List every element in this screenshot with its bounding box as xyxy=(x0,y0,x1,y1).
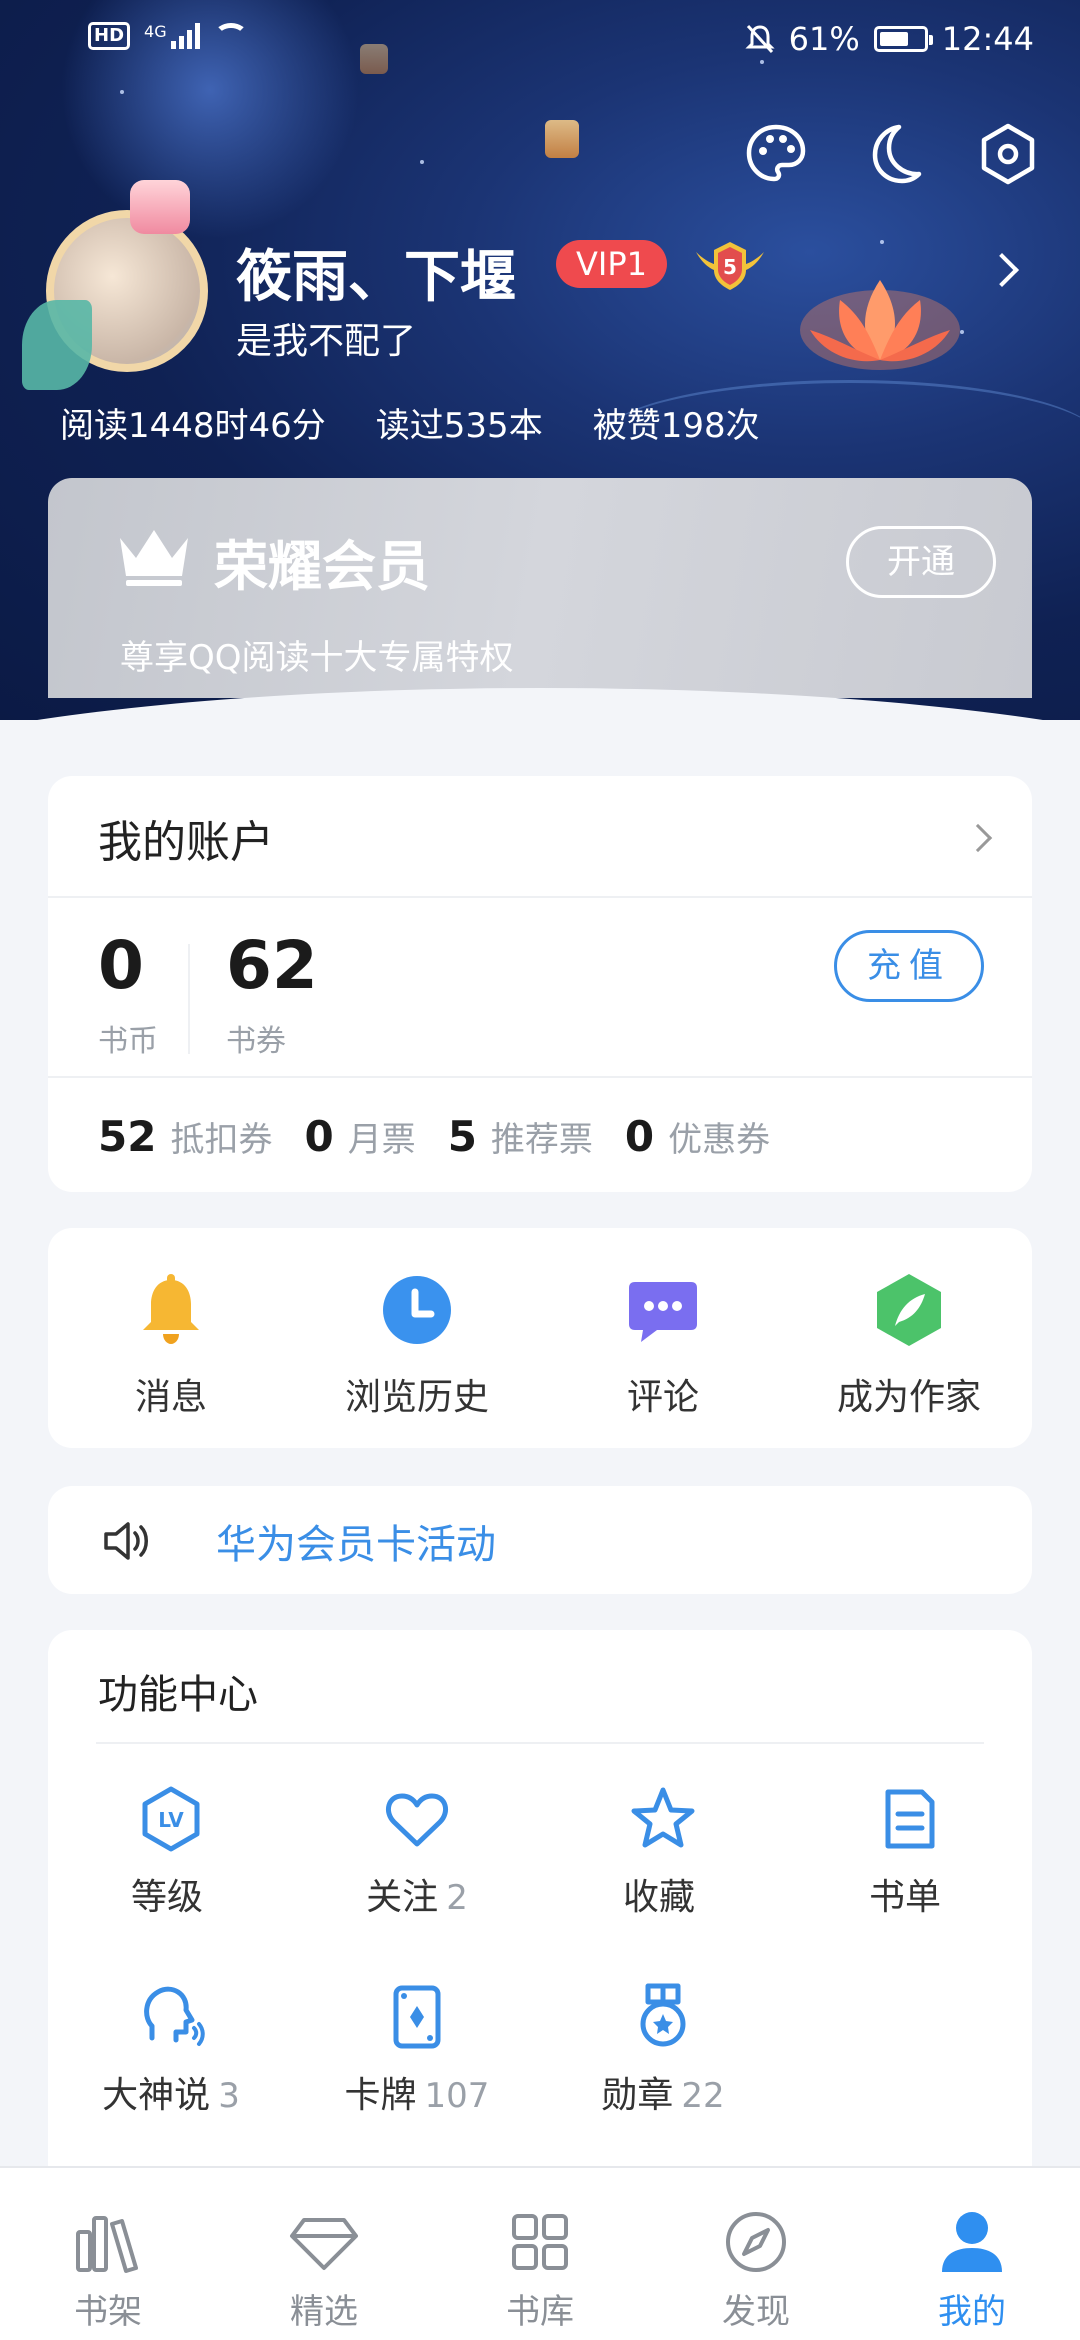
user-signature: 是我不配了 xyxy=(236,321,417,362)
account-title[interactable]: 我的账户 xyxy=(98,806,274,870)
func-medals[interactable]: 勋章 22 xyxy=(540,1982,786,2118)
tab-featured[interactable]: 精选 xyxy=(216,2168,432,2340)
book-coins[interactable]: 0 书币 xyxy=(98,926,158,1060)
func-cards[interactable]: 卡牌 107 xyxy=(294,1982,540,2118)
svg-text:LV: LV xyxy=(158,1808,184,1832)
grid-icon xyxy=(512,2214,568,2270)
notice-bar[interactable]: 华为会员卡活动 xyxy=(48,1486,1032,1594)
vip-badge[interactable]: VIP1 xyxy=(556,240,667,288)
user-name[interactable]: 筱雨、下堰 xyxy=(236,232,516,313)
theme-palette-icon[interactable] xyxy=(740,118,812,190)
star-icon xyxy=(631,1787,695,1848)
night-mode-moon-icon[interactable] xyxy=(856,118,928,190)
quick-actions: 消息 浏览历史 评论 成为作家 xyxy=(48,1228,1032,1448)
clock-time: 12:44 xyxy=(941,20,1034,58)
tab-discover[interactable]: 发现 xyxy=(648,2168,864,2340)
settings-hex-icon[interactable] xyxy=(972,118,1044,190)
ticket-monthly[interactable]: 0 月票 xyxy=(304,1112,415,1161)
book-vouchers[interactable]: 62 书券 xyxy=(226,926,318,1060)
quick-become-writer[interactable]: 成为作家 xyxy=(786,1228,1032,1448)
account-card: 我的账户 0 书币 62 书券 充值 52 抵扣券 0 月票 5 推荐票 0 优惠券 xyxy=(48,776,1032,1192)
tab-mine[interactable]: 我的 xyxy=(864,2168,1080,2340)
status-bar: HD 4G 61% 12:44 xyxy=(0,0,1080,80)
bell-icon xyxy=(143,1274,199,1344)
func-level[interactable]: LV 等级 xyxy=(48,1784,294,1920)
function-center-title: 功能中心 xyxy=(98,1672,258,1718)
level-icon: LV xyxy=(142,1786,200,1852)
clock-icon xyxy=(383,1276,451,1344)
hd-icon: HD xyxy=(88,22,131,50)
feather-icon xyxy=(877,1274,941,1346)
level-badge-icon[interactable]: 5 xyxy=(690,236,770,296)
booklist-icon xyxy=(885,1789,935,1849)
ticket-recommend[interactable]: 5 推荐票 xyxy=(448,1112,593,1161)
stat-read-time[interactable]: 阅读1448时46分 xyxy=(60,398,326,447)
user-icon xyxy=(942,2212,1002,2272)
lotus-icon xyxy=(800,280,960,370)
mute-bell-icon xyxy=(745,24,775,54)
notice-text[interactable]: 华为会员卡活动 xyxy=(216,1512,496,1570)
header-actions xyxy=(740,118,1044,190)
medal-icon xyxy=(640,1983,686,2047)
quick-comments[interactable]: 评论 xyxy=(540,1228,786,1448)
quick-messages[interactable]: 消息 xyxy=(48,1228,294,1448)
speaker-icon xyxy=(104,1522,148,1560)
stat-books-read[interactable]: 读过535本 xyxy=(376,398,543,447)
card-icon xyxy=(393,1985,441,2049)
open-membership-button[interactable]: 开通 xyxy=(846,526,996,598)
tab-library[interactable]: 书库 xyxy=(432,2168,648,2340)
tab-bookshelf[interactable]: 书架 xyxy=(0,2168,216,2340)
battery-icon xyxy=(873,26,933,52)
recharge-button[interactable]: 充值 xyxy=(834,930,984,1002)
func-great-talk[interactable]: 大神说 3 xyxy=(48,1982,294,2118)
reading-stats: 阅读1448时46分 读过535本 被赞198次 xyxy=(60,398,760,447)
stat-likes[interactable]: 被赞198次 xyxy=(593,398,760,447)
wifi-icon xyxy=(213,23,248,49)
lantern-icon xyxy=(545,120,579,158)
diamond-icon xyxy=(290,2218,358,2270)
talk-icon xyxy=(144,1986,205,2046)
ticket-list: 52 抵扣券 0 月票 5 推荐票 0 优惠券 xyxy=(98,1112,770,1161)
battery-percent: 61% xyxy=(788,20,860,58)
func-follow[interactable]: 关注 2 xyxy=(294,1784,540,1920)
quick-history[interactable]: 浏览历史 xyxy=(294,1228,540,1448)
comment-icon xyxy=(629,1282,697,1342)
avatar[interactable] xyxy=(22,180,210,390)
network-label: 4G xyxy=(144,22,167,41)
ticket-deduction[interactable]: 52 抵扣券 xyxy=(98,1112,272,1161)
ticket-coupon[interactable]: 0 优惠券 xyxy=(625,1112,770,1161)
membership-title: 荣耀会员 xyxy=(214,535,430,598)
signal-icon xyxy=(170,23,200,49)
crown-icon xyxy=(120,530,188,586)
membership-desc: 尊享QQ阅读十大专属特权 xyxy=(120,638,514,678)
chevron-right-icon[interactable] xyxy=(963,823,993,853)
bottom-tab-bar: 书架 精选 书库 发现 我的 xyxy=(0,2166,1080,2340)
func-booklist[interactable]: 书单 xyxy=(786,1784,1032,1920)
membership-banner[interactable]: 荣耀会员 尊享QQ阅读十大专属特权 开通 xyxy=(48,478,1032,698)
compass-icon xyxy=(726,2212,786,2272)
bookshelf-icon xyxy=(76,2216,138,2273)
svg-text:5: 5 xyxy=(723,255,737,279)
heart-icon xyxy=(385,1793,449,1847)
func-favorites[interactable]: 收藏 xyxy=(540,1784,786,1920)
